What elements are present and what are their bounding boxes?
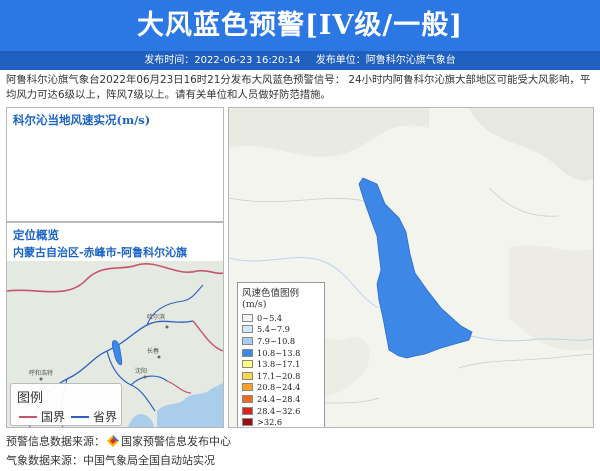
early-warning-logo-icon xyxy=(107,435,119,447)
legend-swatch xyxy=(242,394,253,403)
map-label-shenyang: 沈阳 xyxy=(135,367,147,375)
weather-source: 气象数据来源：中国气象局全国自动站实况 xyxy=(6,454,215,467)
legend-item: 10.8~13.8 xyxy=(242,347,320,359)
legend-item: 17.1~20.8 xyxy=(242,370,320,382)
legend-swatch xyxy=(242,336,253,345)
legend-label: 7.9~10.8 xyxy=(257,335,296,346)
wind-speed-legend: 风速色值图例 (m/s) 0~5.4 5.4~7.9 7.9~10.8 10.8~13… xyxy=(237,282,325,428)
legend-label: >32.6 xyxy=(257,417,283,428)
map-label-hohhot: 呼和浩特 xyxy=(29,369,53,377)
national-border-label: 国界 xyxy=(41,410,66,424)
legend-swatch xyxy=(242,313,253,322)
wind-observation-panel: 科尔沁当地风速实况(m/s) xyxy=(6,107,224,222)
legend-province-border: 省界 xyxy=(71,408,117,425)
province-border-line-icon xyxy=(71,415,89,418)
national-border-line-icon xyxy=(19,415,37,418)
warning-banner: 大风蓝色预警[IV级/一般] xyxy=(0,0,600,51)
warning-source-link[interactable]: 国家预警信息发布中心 xyxy=(121,435,231,448)
legend-swatch xyxy=(242,348,253,357)
legend-label: 17.1~20.8 xyxy=(257,370,301,381)
province-border-label: 省界 xyxy=(93,410,118,424)
legend-item: 24.4~28.4 xyxy=(242,393,320,405)
warning-source-label: 预警信息数据来源： xyxy=(6,435,105,448)
boundary-legend-title: 图例 xyxy=(17,391,44,406)
legend-swatch xyxy=(242,360,253,369)
boundary-legend: 图例 国界 省界 xyxy=(10,383,122,426)
legend-label: 20.8~24.4 xyxy=(257,382,301,393)
legend-label: 13.8~17.1 xyxy=(257,359,301,370)
location-region: 内蒙古自治区-赤峰市-阿鲁科尔沁旗 xyxy=(13,246,188,259)
warning-title: 大风蓝色预警[IV级/一般] xyxy=(137,10,463,41)
legend-item: 0~5.4 xyxy=(242,312,320,324)
legend-swatch xyxy=(242,325,253,334)
legend-item: 7.9~10.8 xyxy=(242,335,320,347)
legend-swatch xyxy=(242,371,253,380)
legend-item: >32.6 xyxy=(242,416,320,428)
legend-label: 5.4~7.9 xyxy=(257,324,290,335)
legend-item: 28.4~32.6 xyxy=(242,405,320,417)
legend-swatch xyxy=(242,418,253,427)
wind-legend-title: 风速色值图例 (m/s) xyxy=(242,288,300,310)
legend-label: 0~5.4 xyxy=(257,312,283,323)
legend-item: 5.4~7.9 xyxy=(242,324,320,336)
meta-bar: 发布时间：2022-06-23 16:20:14 发布单位：阿鲁科尔沁旗气象台 xyxy=(0,51,600,70)
warning-area-map[interactable]: 风速色值图例 (m/s) 0~5.4 5.4~7.9 7.9~10.8 10.8~13… xyxy=(228,107,594,428)
legend-label: 10.8~13.8 xyxy=(257,347,301,358)
publisher: 发布单位：阿鲁科尔沁旗气象台 xyxy=(315,55,456,66)
legend-item: 13.8~17.1 xyxy=(242,358,320,370)
map-label-changchun: 长春 xyxy=(147,347,159,355)
map-label-harbin: 哈尔滨 xyxy=(147,313,165,321)
legend-label: 28.4~32.6 xyxy=(257,405,301,416)
wind-panel-title: 科尔沁当地风速实况(m/s) xyxy=(13,113,151,127)
legend-national-border: 国界 xyxy=(19,408,65,425)
legend-swatch xyxy=(242,383,253,392)
publish-time: 发布时间：2022-06-23 16:20:14 xyxy=(144,55,301,66)
legend-label: 24.4~28.4 xyxy=(257,393,301,404)
warning-description: 阿鲁科尔沁旗气象台2022年06月23日16时21分发布大风蓝色预警信号： 24… xyxy=(6,74,591,101)
legend-item: 20.8~24.4 xyxy=(242,382,320,394)
warning-source-line: 预警信息数据来源： 国家预警信息发布中心 xyxy=(6,433,231,449)
legend-swatch xyxy=(242,406,253,415)
